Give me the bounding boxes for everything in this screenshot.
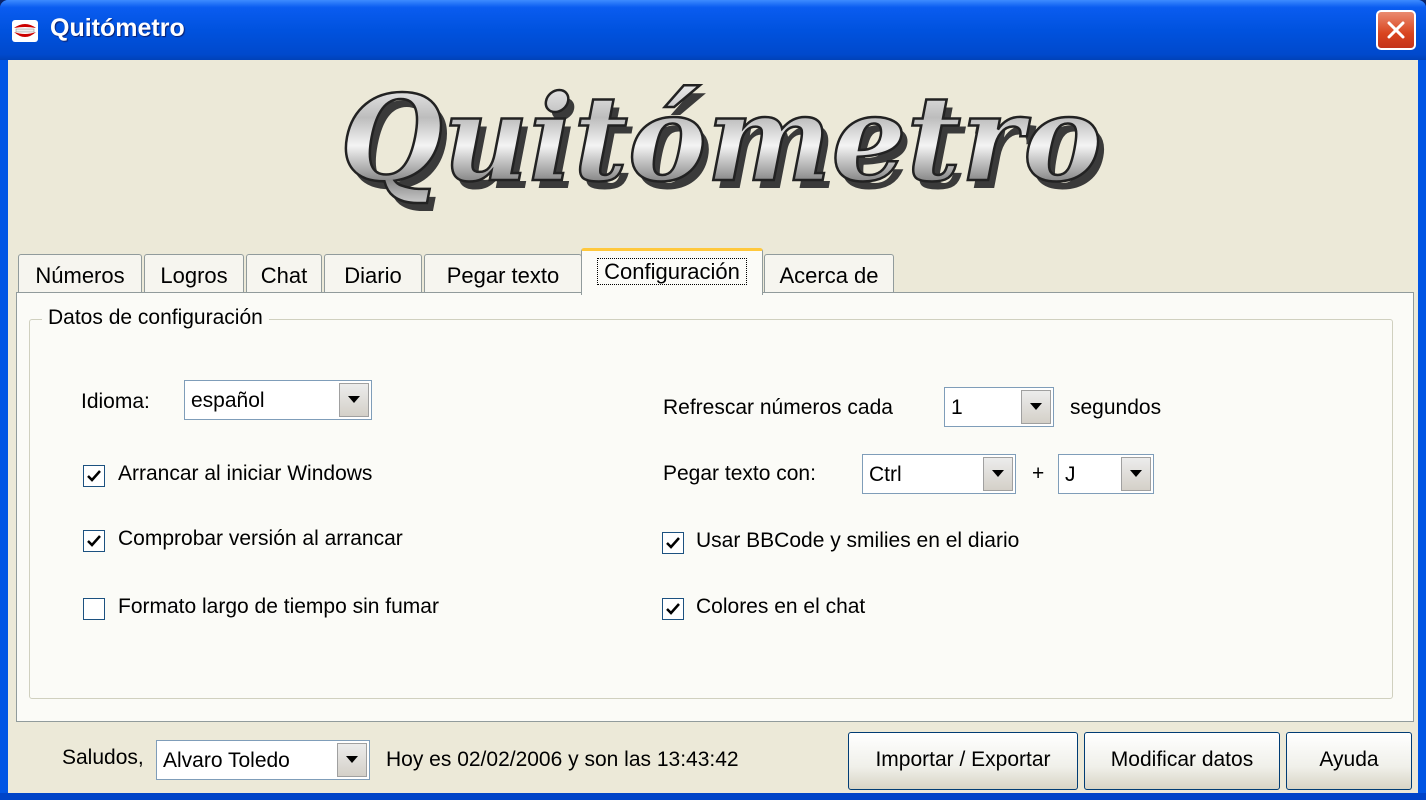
tab-acerca-de[interactable]: Acerca de bbox=[764, 254, 894, 294]
refrescar-label: Refrescar números cada bbox=[663, 396, 893, 419]
user-value: Alvaro Toledo bbox=[163, 749, 290, 772]
comprobar-label[interactable]: Comprobar versión al arrancar bbox=[118, 527, 403, 551]
checkmark-icon bbox=[666, 537, 680, 549]
pegar-key-select[interactable]: J bbox=[1058, 454, 1154, 494]
formato-checkbox[interactable] bbox=[83, 598, 105, 620]
tab-pegar-texto[interactable]: Pegar texto bbox=[424, 254, 582, 294]
tab-diario[interactable]: Diario bbox=[324, 254, 422, 294]
checkmark-icon bbox=[87, 470, 101, 482]
idioma-value: español bbox=[191, 389, 265, 412]
window-title: Quitómetro bbox=[50, 14, 185, 42]
saludos-label: Saludos, bbox=[62, 746, 144, 769]
checkmark-icon bbox=[87, 535, 101, 547]
arrancar-checkbox[interactable] bbox=[83, 465, 105, 487]
segundos-label: segundos bbox=[1070, 396, 1162, 419]
idioma-select[interactable]: español bbox=[184, 380, 372, 420]
pegar-modifier-dropdown-button[interactable] bbox=[983, 457, 1013, 491]
window-frame-bottom bbox=[0, 793, 1426, 800]
quitometro-logo: Quitómetro Quitómetro bbox=[339, 68, 1108, 214]
svg-text:Quitómetro: Quitómetro bbox=[340, 69, 1102, 208]
modificar-datos-button[interactable]: Modificar datos bbox=[1084, 732, 1280, 790]
comprobar-checkbox[interactable] bbox=[83, 530, 105, 552]
footer-bar: Saludos, Alvaro Toledo Hoy es 02/02/2006… bbox=[8, 730, 1418, 793]
app-window: Quitómetro Quitómetro Quitómetro Números… bbox=[0, 0, 1426, 800]
pegar-modifier-value: Ctrl bbox=[869, 463, 902, 486]
tab-configuracion[interactable]: Configuración bbox=[581, 248, 763, 295]
chevron-down-icon bbox=[1130, 470, 1142, 477]
idioma-label: Idioma: bbox=[81, 390, 150, 413]
config-tab-panel: Datos de configuración Idioma: español A… bbox=[16, 292, 1414, 722]
refrescar-dropdown-button[interactable] bbox=[1021, 390, 1051, 424]
refrescar-select[interactable]: 1 bbox=[944, 387, 1054, 427]
formato-label[interactable]: Formato largo de tiempo sin fumar bbox=[118, 595, 439, 619]
lips-app-icon bbox=[12, 20, 38, 42]
arrancar-label[interactable]: Arrancar al iniciar Windows bbox=[118, 462, 372, 486]
user-select[interactable]: Alvaro Toledo bbox=[156, 740, 370, 780]
title-bar[interactable]: Quitómetro bbox=[0, 0, 1426, 62]
chevron-down-icon bbox=[348, 396, 360, 403]
status-text: Hoy es 02/02/2006 y son las 13:43:42 bbox=[386, 748, 739, 771]
pegar-key-dropdown-button[interactable] bbox=[1121, 457, 1151, 491]
group-title: Datos de configuración bbox=[42, 306, 269, 330]
window-frame-left bbox=[0, 60, 8, 800]
close-button[interactable] bbox=[1376, 10, 1416, 50]
bbcode-label[interactable]: Usar BBCode y smilies en el diario bbox=[696, 529, 1019, 553]
colores-checkbox[interactable] bbox=[662, 598, 684, 620]
bbcode-checkbox[interactable] bbox=[662, 532, 684, 554]
tab-numeros[interactable]: Números bbox=[18, 254, 142, 294]
idioma-dropdown-button[interactable] bbox=[339, 383, 369, 417]
config-groupbox: Datos de configuración Idioma: español A… bbox=[29, 306, 1393, 699]
colores-label[interactable]: Colores en el chat bbox=[696, 595, 865, 619]
chevron-down-icon bbox=[992, 470, 1004, 477]
window-frame-right bbox=[1418, 60, 1426, 800]
pegar-label: Pegar texto con: bbox=[663, 462, 816, 485]
close-icon bbox=[1387, 21, 1405, 39]
pegar-key-value: J bbox=[1065, 463, 1076, 486]
tab-chat[interactable]: Chat bbox=[246, 254, 322, 294]
pegar-modifier-select[interactable]: Ctrl bbox=[862, 454, 1016, 494]
checkmark-icon bbox=[666, 603, 680, 615]
client-area: Quitómetro Quitómetro Números Logros Cha… bbox=[8, 60, 1418, 793]
refrescar-value: 1 bbox=[951, 396, 963, 419]
importar-exportar-button[interactable]: Importar / Exportar bbox=[848, 732, 1078, 790]
user-dropdown-button[interactable] bbox=[337, 743, 367, 777]
tab-logros[interactable]: Logros bbox=[144, 254, 244, 294]
ayuda-button[interactable]: Ayuda bbox=[1286, 732, 1412, 790]
plus-label: + bbox=[1032, 462, 1045, 485]
chevron-down-icon bbox=[346, 756, 358, 763]
chevron-down-icon bbox=[1030, 403, 1042, 410]
